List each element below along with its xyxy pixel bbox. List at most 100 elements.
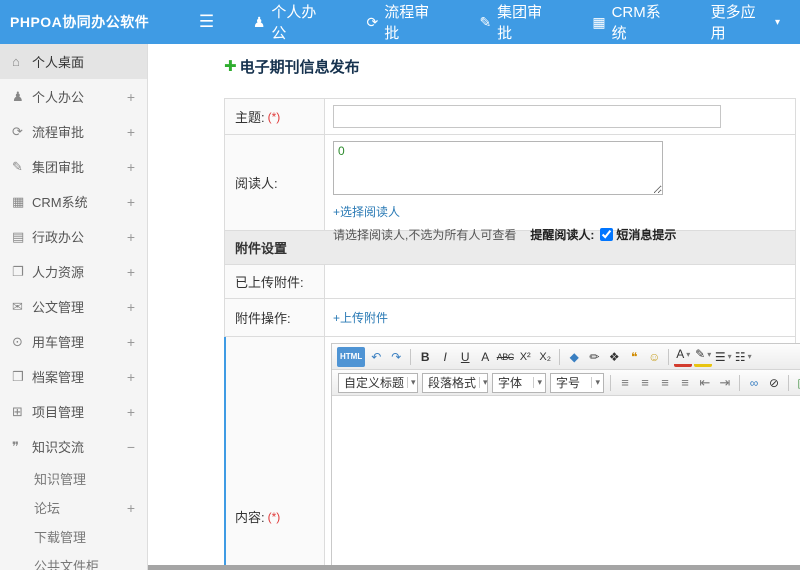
undo-button[interactable]: ↶ [367,347,385,367]
emoticon-button[interactable]: ☺ [645,347,663,367]
sidebar-item-vehicle-mgmt[interactable]: ⊙ 用车管理 + [0,324,147,359]
upload-attachment-link[interactable]: +上传附件 [333,309,388,326]
expand-icon[interactable]: + [127,264,135,280]
sidebar-item-document-mgmt[interactable]: ✉ 公文管理 + [0,289,147,324]
chevron-down-icon: ▾ [479,377,488,388]
sidebar-sub-public-cabinet[interactable]: 公共文件柜 [0,551,147,570]
subscript-button[interactable]: X₂ [536,347,554,367]
sidebar-item-workflow-approval[interactable]: ⟳ 流程审批 + [0,114,147,149]
chevron-down-icon: ▾ [407,377,416,388]
sidebar-item-label: 项目管理 [32,405,85,420]
align-left-button[interactable]: ≡ [616,373,634,393]
content-label: 内容: (*) [225,337,325,570]
editor-content-area[interactable] [332,396,800,570]
publish-form: 主题: (*) 阅读人: 0 +选择阅读人 请选择阅读人,不选为所有人可查看 提… [224,98,800,570]
sidebar-item-group-approval[interactable]: ✎ 集团审批 + [0,149,147,184]
paragraph-format-dropdown[interactable]: 段落格式 ▾ [422,372,488,393]
nav-more-apps[interactable]: 更多应用 ▾ [691,0,800,44]
person-icon: ♟ [12,88,24,104]
sidebar-sub-label: 论坛 [34,501,61,516]
font-family-dropdown[interactable]: 字体 ▾ [492,372,546,393]
nav-personal-office[interactable]: ♟ 个人办公 [233,0,347,44]
image-button[interactable]: ▣ [794,373,800,393]
sidebar-sub-label: 知识管理 [34,472,87,487]
sidebar-sub-knowledge-mgmt[interactable]: 知识管理 [0,464,147,493]
numbered-list-button[interactable]: ☷ [734,347,752,367]
readers-row: 阅读人: 0 +选择阅读人 请选择阅读人,不选为所有人可查看 提醒阅读人: 短消… [225,135,795,242]
toolbar-separator [559,348,561,365]
sidebar-sub-download-mgmt[interactable]: 下载管理 [0,522,147,551]
paintbrush-button[interactable]: ✏ [585,347,603,367]
expand-icon[interactable]: + [127,124,135,140]
expand-icon[interactable]: + [127,194,135,210]
font-size-dropdown[interactable]: 字号 ▾ [550,372,604,393]
format-painter-button[interactable]: ❖ [605,347,623,367]
custom-heading-dropdown[interactable]: 自定义标题 ▾ [338,372,418,393]
sidebar-item-personal-office[interactable]: ♟ 个人办公 + [0,79,147,114]
sidebar-item-project-mgmt[interactable]: ⊞ 项目管理 + [0,394,147,429]
select-readers-link[interactable]: +选择阅读人 [333,203,400,220]
collapse-icon[interactable]: − [127,439,135,455]
readers-textarea[interactable]: 0 [333,141,663,195]
document-icon: ✉ [12,298,23,314]
required-mark: (*) [267,109,281,124]
unlink-button[interactable]: ⊘ [765,373,783,393]
readers-label: 阅读人: [225,135,325,230]
bullet-list-button[interactable]: ☰ [714,347,732,367]
align-justify-button[interactable]: ≡ [676,373,694,393]
blockquote-button[interactable]: ❝ [625,347,643,367]
sidebar-item-label: 档案管理 [32,370,85,385]
strikethrough-button[interactable]: ABC [496,347,515,367]
sidebar-item-desktop[interactable]: ⌂ 个人桌面 [0,44,147,79]
horizontal-scrollbar[interactable] [148,565,800,570]
align-right-button[interactable]: ≡ [656,373,674,393]
indent-button[interactable]: ⇥ [716,373,734,393]
html-source-button[interactable]: HTML [337,346,366,367]
sidebar-item-knowledge-exchange[interactable]: ❞ 知识交流 − [0,429,147,464]
sidebar-sub-forum[interactable]: 论坛 + [0,493,147,522]
align-center-button[interactable]: ≡ [636,373,654,393]
nav-workflow-approval[interactable]: ⟳ 流程审批 [347,0,460,44]
people-icon: ❐ [12,263,24,279]
nav-label: 个人办公 [271,4,317,42]
chat-icon: ❞ [12,438,19,454]
hamburger-menu-icon[interactable]: ☰ [190,12,223,32]
sidebar-item-archive-mgmt[interactable]: ❒ 档案管理 + [0,359,147,394]
workflow-icon: ⟳ [366,13,379,30]
expand-icon[interactable]: + [127,404,135,420]
font-style-button[interactable]: A [476,347,494,367]
expand-icon[interactable]: + [127,500,135,516]
outdent-button[interactable]: ⇤ [696,373,714,393]
italic-button[interactable]: I [436,347,454,367]
underline-button[interactable]: U [456,347,474,367]
subject-label: 主题: (*) [225,99,325,134]
sidebar-item-admin-office[interactable]: ▤ 行政办公 + [0,219,147,254]
highlight-color-button[interactable]: ✎ [694,347,713,367]
expand-icon[interactable]: + [127,159,135,175]
editor-toolbar-row1: HTML ↶ ↷ B I U A ABC X² X₂ ◆ ✏ ❖ ❝ ☺ A ▾… [332,344,800,370]
subject-row: 主题: (*) [225,99,795,135]
eraser-button[interactable]: ◆ [565,347,583,367]
font-color-button[interactable]: A [674,347,693,367]
expand-icon[interactable]: + [127,334,135,350]
sidebar-item-hr[interactable]: ❐ 人力资源 + [0,254,147,289]
superscript-button[interactable]: X² [516,347,534,367]
expand-icon[interactable]: + [127,299,135,315]
nav-group-approval[interactable]: ✎ 集团审批 [459,0,572,44]
redo-button[interactable]: ↷ [387,347,405,367]
sms-checkbox[interactable] [600,228,614,241]
sidebar-item-label: CRM系统 [32,195,88,210]
archive-icon: ❒ [12,368,24,384]
link-button[interactable]: ∞ [745,373,763,393]
project-icon: ⊞ [12,403,23,419]
expand-icon[interactable]: + [127,89,135,105]
expand-icon[interactable]: + [127,369,135,385]
nav-crm[interactable]: ▦ CRM系统 [572,0,690,44]
app-logo: PHPOA协同办公软件 [10,14,150,30]
bold-button[interactable]: B [416,347,434,367]
readers-hint: 请选择阅读人,不选为所有人可查看 [333,228,517,242]
sidebar-item-crm[interactable]: ▦ CRM系统 + [0,184,147,219]
sidebar-sub-label: 公共文件柜 [34,559,100,570]
subject-input[interactable] [333,105,721,128]
expand-icon[interactable]: + [127,229,135,245]
